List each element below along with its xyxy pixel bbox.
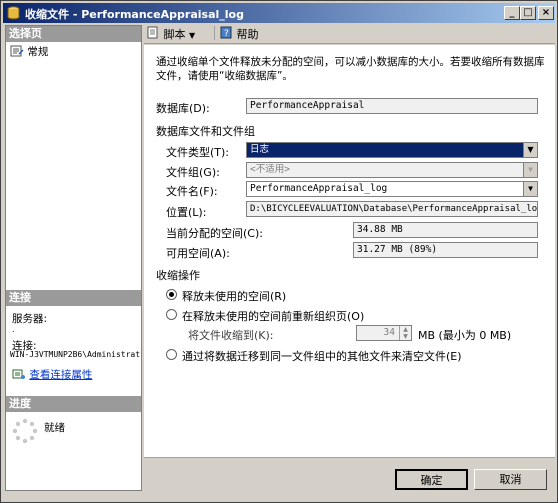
reorganize-option-label[interactable]: 在释放未使用的空间前重新组织页(O)	[182, 308, 364, 324]
script-icon	[147, 26, 160, 44]
filegroup-select[interactable]: <不适用> ▼	[246, 162, 538, 178]
location-label: 位置(L):	[166, 206, 207, 219]
left-pane: 选择页 常规 连接 服务器: . 连接: WIN-J3VTMUNP2B6\Adm…	[5, 25, 142, 491]
available-label: 可用空间(A):	[166, 247, 230, 260]
description-text: 通过收缩单个文件释放未分配的空间，可以减小数据库的大小。若要收缩所有数据库文件，…	[156, 56, 545, 82]
select-page-header: 选择页	[6, 26, 141, 42]
toolbar: 脚本 ▼ ? 帮助	[144, 24, 555, 44]
available-field: 31.27 MB (89%)	[353, 242, 538, 258]
spinner-arrows-icon[interactable]: ▲ ▼	[399, 326, 411, 340]
view-connection-label[interactable]: 查看连接属性	[29, 369, 92, 381]
close-button[interactable]: ×	[538, 6, 554, 20]
filegroup-value: <不适用>	[250, 164, 290, 175]
help-button[interactable]: ? 帮助	[220, 26, 259, 42]
properties-icon	[12, 368, 26, 383]
server-label: 服务器:	[12, 313, 48, 325]
progress-header: 进度	[6, 396, 141, 412]
footer: 确定 取消	[144, 457, 555, 495]
reorganize-radio[interactable]	[166, 309, 177, 320]
page-item-label: 常规	[27, 46, 49, 58]
progress-status: 就绪	[44, 422, 65, 434]
title-bar[interactable]: 收缩文件 - PerformanceAppraisal_log _ □ ×	[3, 3, 555, 23]
location-field: D:\BICYCLEEVALUATION\Database\Performanc…	[246, 201, 538, 217]
chevron-down-icon[interactable]: ▼	[523, 143, 537, 157]
dialog-window: 收缩文件 - PerformanceAppraisal_log _ □ × 选择…	[0, 0, 558, 503]
maximize-button[interactable]: □	[520, 6, 536, 20]
svg-text:?: ?	[224, 29, 229, 39]
database-label: 数据库(D):	[156, 102, 210, 115]
help-icon: ?	[220, 26, 233, 44]
allocated-field: 34.88 MB	[353, 222, 538, 238]
chevron-down-icon[interactable]: ▼	[189, 31, 195, 40]
minimize-button[interactable]: _	[504, 6, 520, 20]
chevron-down-icon[interactable]: ▼	[523, 182, 537, 196]
files-group-title: 数据库文件和文件组	[156, 125, 255, 138]
database-field: PerformanceAppraisal	[246, 98, 538, 114]
filegroup-label: 文件组(G):	[166, 166, 220, 179]
release-radio[interactable]	[166, 289, 177, 300]
connection-header: 连接	[6, 290, 141, 306]
script-label: 脚本	[163, 28, 186, 41]
shrink-title: 收缩操作	[156, 269, 200, 282]
shrink-to-unit: MB (最小为 0 MB)	[418, 329, 512, 342]
file-name-label: 文件名(F):	[166, 185, 218, 198]
script-button[interactable]: 脚本 ▼	[147, 26, 195, 42]
file-name-select[interactable]: PerformanceAppraisal_log ▼	[246, 181, 538, 197]
window-title: 收缩文件 - PerformanceAppraisal_log	[25, 8, 244, 21]
release-option-label[interactable]: 释放未使用的空间(R)	[182, 288, 286, 304]
empty-file-option-label[interactable]: 通过将数据迁移到同一文件组中的其他文件来清空文件(E)	[182, 348, 462, 364]
view-connection-properties-link[interactable]: 查看连接属性	[12, 367, 92, 383]
server-value: .	[12, 325, 15, 334]
database-icon	[7, 6, 20, 20]
file-type-value: 日志	[250, 144, 270, 155]
file-type-select[interactable]: 日志 ▼	[246, 142, 538, 158]
shrink-to-label: 将文件收缩到(K):	[188, 329, 274, 342]
page-icon	[10, 45, 24, 60]
chevron-down-icon[interactable]: ▼	[523, 163, 537, 177]
page-item-general[interactable]: 常规	[10, 44, 48, 60]
cancel-button[interactable]: 取消	[474, 469, 547, 490]
help-label: 帮助	[236, 28, 259, 41]
ok-button[interactable]: 确定	[395, 469, 468, 490]
allocated-label: 当前分配的空间(C):	[166, 227, 263, 240]
progress-spinner-icon	[12, 418, 38, 447]
toolbar-separator	[214, 26, 215, 40]
main-content: 通过收缩单个文件释放未分配的空间，可以减小数据库的大小。若要收缩所有数据库文件，…	[144, 45, 555, 457]
connection-value: WIN-J3VTMUNP2B6\Administrat	[10, 350, 141, 359]
file-type-label: 文件类型(T):	[166, 146, 230, 159]
empty-file-radio[interactable]	[166, 349, 177, 360]
file-name-value: PerformanceAppraisal_log	[250, 183, 388, 194]
